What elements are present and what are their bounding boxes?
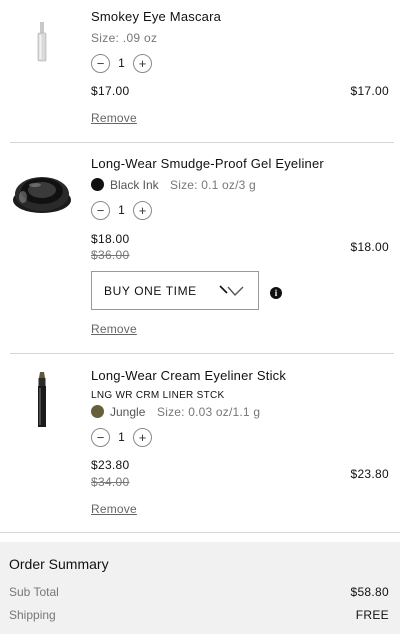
product-price: $23.80 bbox=[91, 458, 130, 472]
quantity-value: 1 bbox=[118, 56, 125, 70]
product-name[interactable]: Long-Wear Cream Eyeliner Stick bbox=[91, 368, 286, 383]
product-size: Size: .09 oz bbox=[91, 31, 158, 45]
line-total: $18.00 bbox=[350, 240, 389, 254]
shade-name: Black Ink bbox=[110, 178, 159, 192]
cart-item-cream-eyeliner-stick: Long-Wear Cream Eyeliner Stick LNG WR CR… bbox=[0, 354, 400, 532]
product-price: $18.00 bbox=[91, 232, 130, 246]
decrease-quantity-button[interactable]: − bbox=[91, 53, 110, 73]
increase-quantity-button[interactable]: + bbox=[133, 53, 152, 73]
product-price: $17.00 bbox=[91, 84, 130, 98]
decrease-quantity-button[interactable]: − bbox=[91, 200, 110, 220]
quantity-value: 1 bbox=[118, 430, 125, 444]
decrease-quantity-button[interactable]: − bbox=[91, 427, 110, 447]
shipping-label: Shipping bbox=[9, 608, 56, 622]
product-name[interactable]: Smokey Eye Mascara bbox=[91, 9, 221, 24]
product-image-gel-eyeliner[interactable] bbox=[11, 171, 73, 215]
product-name[interactable]: Long-Wear Smudge-Proof Gel Eyeliner bbox=[91, 156, 324, 171]
shade-swatch bbox=[91, 178, 104, 191]
quantity-stepper: − 1 + bbox=[91, 53, 152, 73]
purchase-option-select[interactable]: BUY ONE TIME bbox=[91, 271, 259, 310]
product-size: Size: 0.1 oz/3 g bbox=[170, 178, 256, 192]
shade-name: Jungle bbox=[110, 405, 146, 419]
original-price: $36.00 bbox=[91, 248, 130, 262]
product-image-mascara[interactable] bbox=[35, 22, 49, 62]
shipping-value: FREE bbox=[355, 608, 389, 622]
product-image-eyeliner-stick[interactable] bbox=[36, 372, 48, 428]
purchase-option-value: BUY ONE TIME bbox=[104, 283, 197, 298]
original-price: $34.00 bbox=[91, 475, 130, 489]
shade-swatch bbox=[91, 405, 104, 418]
quantity-stepper: − 1 + bbox=[91, 200, 152, 220]
chevron-down-icon bbox=[219, 285, 244, 297]
cart-item-gel-eyeliner: Long-Wear Smudge-Proof Gel Eyeliner Blac… bbox=[0, 143, 400, 353]
product-size: Size: 0.03 oz/1.1 g bbox=[157, 405, 261, 419]
cart-item-mascara: Smokey Eye Mascara Size: .09 oz − 1 + $1… bbox=[0, 0, 400, 142]
line-total: $23.80 bbox=[350, 467, 389, 481]
remove-link[interactable]: Remove bbox=[91, 502, 137, 516]
line-total: $17.00 bbox=[350, 84, 389, 98]
subtotal-label: Sub Total bbox=[9, 585, 59, 599]
info-icon[interactable]: i bbox=[270, 287, 282, 299]
quantity-stepper: − 1 + bbox=[91, 427, 152, 447]
order-summary-title: Order Summary bbox=[9, 556, 109, 572]
remove-link[interactable]: Remove bbox=[91, 322, 137, 336]
increase-quantity-button[interactable]: + bbox=[133, 200, 152, 220]
subtotal-value: $58.80 bbox=[350, 585, 389, 599]
quantity-value: 1 bbox=[118, 203, 125, 217]
section-divider bbox=[0, 532, 400, 533]
remove-link[interactable]: Remove bbox=[91, 111, 137, 125]
order-summary: Order Summary Sub Total $58.80 Shipping … bbox=[0, 542, 400, 634]
increase-quantity-button[interactable]: + bbox=[133, 427, 152, 447]
product-sku: LNG WR CRM LINER STCK bbox=[91, 390, 225, 401]
